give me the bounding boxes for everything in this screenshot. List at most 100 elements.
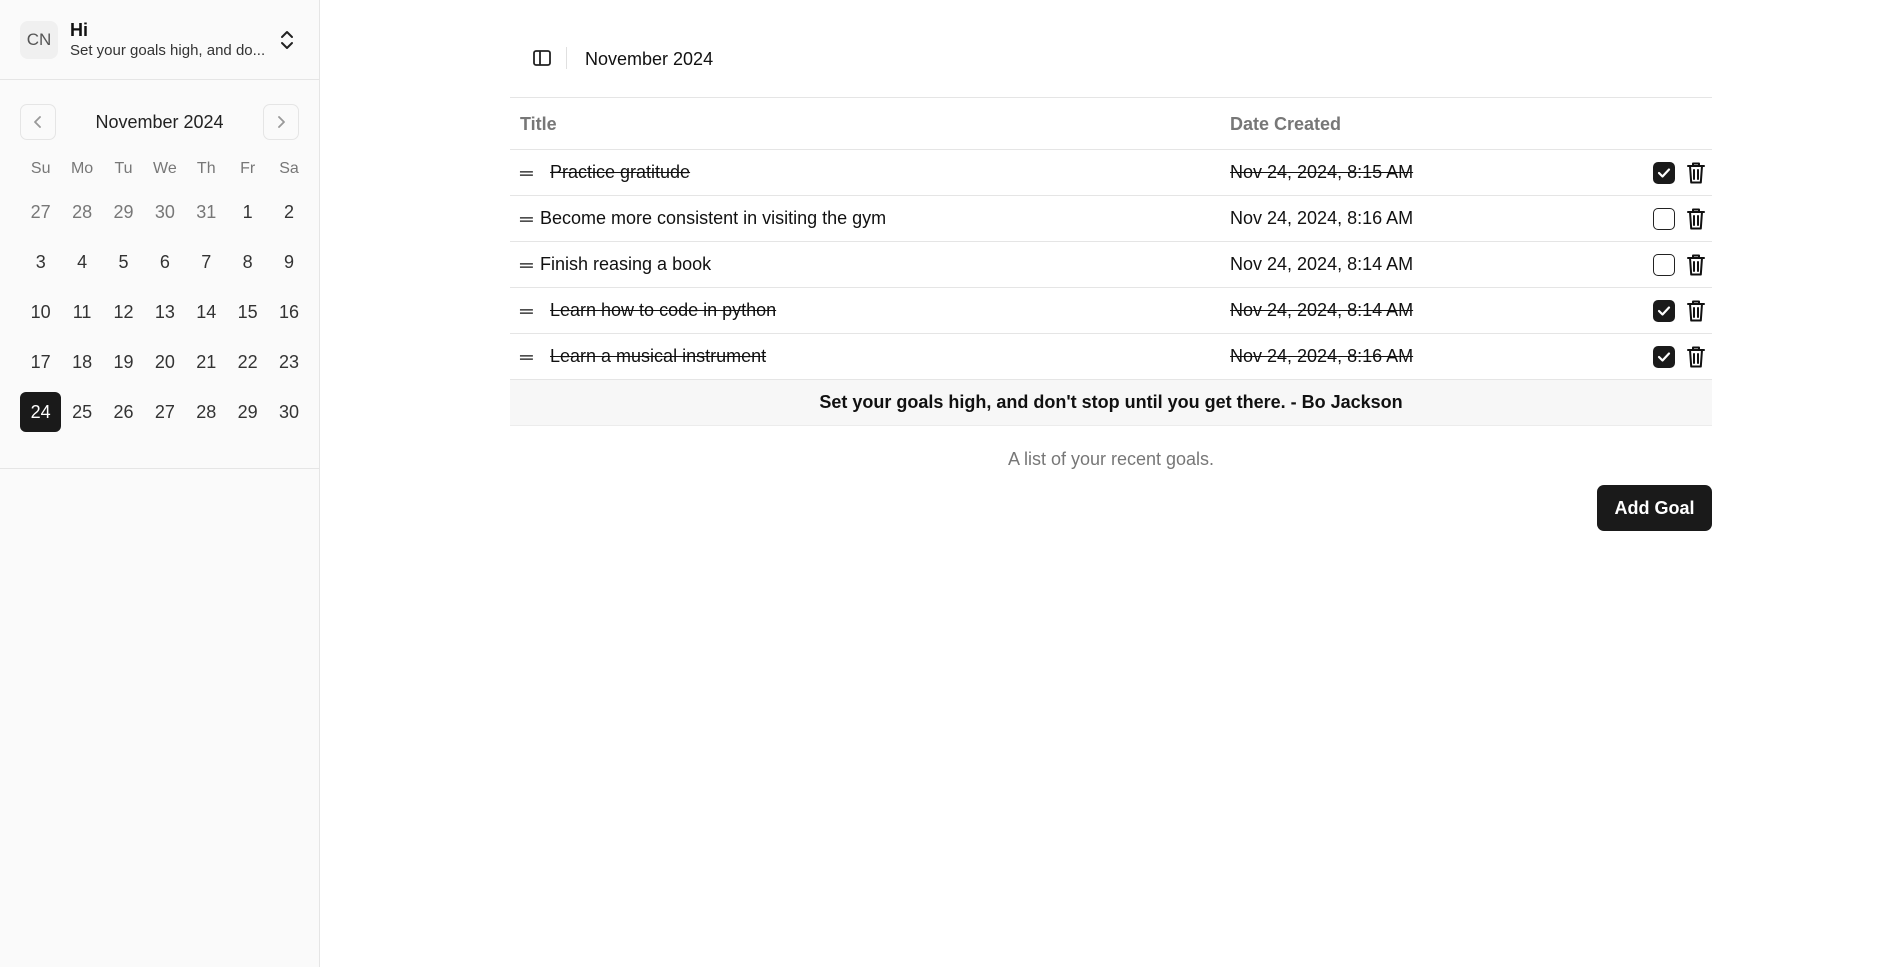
calendar-day[interactable]: 27 [144, 392, 185, 432]
weekday-label: Mo [70, 160, 94, 177]
table-row: ═ Practice gratitude Nov 24, 2024, 8:15 … [510, 150, 1712, 196]
check-icon [1657, 305, 1671, 316]
weekday-label: Tu [114, 160, 133, 177]
main-content: November 2024 Title Date Created ═ Pract… [320, 0, 1897, 967]
row-actions [1610, 252, 1712, 278]
calendar-day[interactable]: 29 [227, 392, 268, 432]
calendar-day[interactable]: 2 [268, 192, 309, 232]
user-subtitle: Set your goals high, and do... [70, 41, 266, 59]
sidebar: CN Hi Set your goals high, and do... Nov… [0, 0, 320, 967]
calendar-day[interactable]: 9 [268, 242, 309, 282]
goal-title-cell: ═ Become more consistent in visiting the… [510, 208, 1230, 229]
goal-date: Nov 24, 2024, 8:16 AM [1230, 208, 1414, 228]
drag-handle-icon[interactable]: ═ [520, 210, 540, 228]
weekday-label: Sa [279, 160, 299, 177]
chevron-left-icon [34, 116, 41, 128]
table-header: Title Date Created [510, 100, 1712, 150]
calendar-day[interactable]: 18 [61, 342, 102, 382]
calendar-day[interactable]: 31 [186, 192, 227, 232]
calendar-day[interactable]: 29 [103, 192, 144, 232]
column-header-date: Date Created [1230, 114, 1342, 134]
trash-icon[interactable] [1684, 344, 1708, 370]
calendar-day[interactable]: 5 [103, 242, 144, 282]
divider [566, 47, 567, 69]
calendar-day[interactable]: 7 [186, 242, 227, 282]
completed-checkbox[interactable] [1653, 299, 1675, 322]
calendar-day[interactable]: 17 [20, 342, 61, 382]
row-actions [1610, 206, 1712, 232]
drag-handle-icon[interactable]: ═ [520, 302, 540, 320]
trash-icon[interactable] [1684, 252, 1708, 278]
calendar-day[interactable]: 28 [61, 192, 102, 232]
goal-title-cell: ═ Learn a musical instrument [510, 346, 1230, 367]
column-header-title: Title [520, 114, 557, 134]
completed-checkbox[interactable] [1653, 207, 1675, 230]
page-title: November 2024 [585, 49, 714, 69]
calendar-day[interactable]: 26 [103, 392, 144, 432]
trash-icon[interactable] [1684, 206, 1708, 232]
goal-title-cell: ═ Practice gratitude [510, 162, 1230, 183]
check-icon [1657, 351, 1671, 362]
calendar-day[interactable]: 4 [61, 242, 102, 282]
goal-title-cell: ═ Learn how to code in python [510, 300, 1230, 321]
goal-title: Finish reasing a book [540, 254, 712, 274]
chevrons-up-down-icon[interactable] [275, 28, 299, 52]
calendar-day[interactable]: 1 [227, 192, 268, 232]
previous-month-button[interactable] [20, 104, 56, 140]
completed-checkbox[interactable] [1653, 345, 1675, 368]
calendar-day[interactable]: 23 [268, 342, 309, 382]
weekday-label: Th [196, 160, 216, 177]
calendar-day-selected[interactable]: 24 [20, 392, 62, 432]
trash-icon[interactable] [1684, 298, 1708, 324]
calendar-day[interactable]: 16 [268, 292, 309, 332]
avatar: CN [20, 20, 58, 59]
calendar-day[interactable]: 6 [144, 242, 185, 282]
sidebar-toggle-icon[interactable] [524, 40, 560, 76]
calendar-day[interactable]: 30 [268, 392, 309, 432]
calendar-day[interactable]: 20 [144, 342, 185, 382]
weekday-label: Fr [240, 160, 256, 177]
add-goal-button[interactable]: Add Goal [1597, 485, 1712, 531]
calendar-day[interactable]: 22 [227, 342, 268, 382]
top-bar: November 2024 [510, 40, 1712, 98]
calendar-day[interactable]: 11 [61, 292, 102, 332]
completed-checkbox[interactable] [1653, 253, 1675, 276]
calendar-grid: Su Mo Tu We Th Fr Sa 27 28 29 30 31 1 2 … [20, 154, 299, 442]
trash-icon[interactable] [1684, 160, 1708, 186]
table-footer-quote: Set your goals high, and don't stop unti… [510, 380, 1712, 426]
calendar-day[interactable]: 28 [186, 392, 227, 432]
next-month-button[interactable] [262, 104, 299, 140]
calendar-day[interactable]: 30 [144, 192, 185, 232]
calendar-day[interactable]: 13 [144, 292, 185, 332]
table-row: ═ Learn a musical instrument Nov 24, 202… [510, 334, 1712, 380]
drag-handle-icon[interactable]: ═ [520, 164, 540, 182]
goal-date: Nov 24, 2024, 8:15 AM [1230, 162, 1414, 182]
calendar: November 2024 Su Mo Tu We Th Fr Sa 27 28… [0, 80, 319, 469]
goal-title-cell: ═ Finish reasing a book [510, 254, 1230, 275]
app-root: CN Hi Set your goals high, and do... Nov… [0, 0, 1897, 967]
calendar-day[interactable]: 19 [103, 342, 144, 382]
calendar-month-label: November 2024 [95, 111, 224, 132]
calendar-day[interactable]: 25 [61, 392, 102, 432]
calendar-day[interactable]: 27 [20, 192, 61, 232]
calendar-day[interactable]: 21 [186, 342, 227, 382]
goal-title: Learn a musical instrument [550, 346, 767, 366]
chevron-right-icon [278, 116, 285, 128]
completed-checkbox[interactable] [1653, 161, 1675, 184]
calendar-day[interactable]: 8 [227, 242, 268, 282]
drag-handle-icon[interactable]: ═ [520, 348, 540, 366]
weekday-label: We [153, 160, 177, 177]
calendar-day[interactable]: 12 [103, 292, 144, 332]
calendar-day[interactable]: 14 [186, 292, 227, 332]
goal-date: Nov 24, 2024, 8:14 AM [1230, 254, 1414, 274]
calendar-day[interactable]: 3 [20, 242, 61, 282]
goal-title: Become more consistent in visiting the g… [540, 208, 887, 228]
user-switcher[interactable]: CN Hi Set your goals high, and do... [0, 0, 319, 80]
goal-title: Learn how to code in python [550, 300, 777, 320]
calendar-day[interactable]: 10 [20, 292, 61, 332]
goal-date: Nov 24, 2024, 8:16 AM [1230, 346, 1414, 366]
goal-date: Nov 24, 2024, 8:14 AM [1230, 300, 1414, 320]
add-goal-container: Add Goal [510, 485, 1712, 531]
calendar-day[interactable]: 15 [227, 292, 268, 332]
drag-handle-icon[interactable]: ═ [520, 256, 540, 274]
